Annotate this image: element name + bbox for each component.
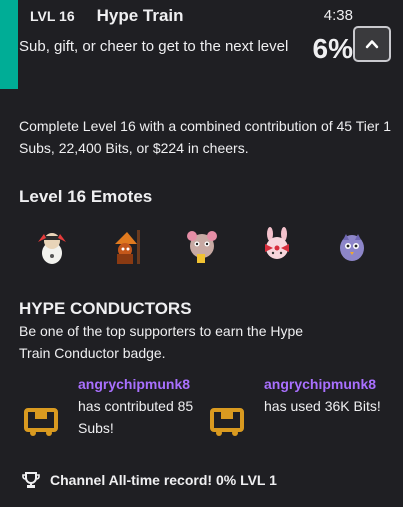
emotes-title: Level 16 Emotes — [19, 187, 153, 206]
hype-train-conductor-badge-icon — [24, 408, 58, 436]
conductor-contribution: has used 36K Bits! — [264, 398, 381, 414]
level-description: Complete Level 16 with a combined contri… — [19, 118, 391, 156]
conductor-username[interactable]: angrychipmunk8 — [78, 373, 198, 395]
conductors-description: Be one of the top supporters to earn the… — [19, 323, 304, 361]
emote-5[interactable] — [332, 226, 372, 266]
hype-train-title: Hype Train — [96, 6, 184, 25]
collapse-button[interactable] — [353, 26, 391, 62]
conductor-info: angrychipmunk8 has used 36K Bits! — [264, 373, 384, 417]
conductor-info: angrychipmunk8 has contributed 85 Subs! — [78, 373, 198, 439]
emote-4[interactable] — [257, 226, 297, 266]
all-time-record: Channel All-time record! 0% LVL 1 — [22, 471, 277, 489]
conductors-title: HYPE CONDUCTORS — [19, 299, 192, 318]
trophy-icon — [22, 472, 40, 488]
level-subtitle: Sub, gift, or cheer to get to the next l… — [19, 38, 289, 55]
record-text: Channel All-time record! 0% LVL 1 — [50, 472, 277, 488]
chevron-up-icon — [365, 40, 379, 49]
progress-percent: 6% — [312, 33, 353, 64]
conductor-username[interactable]: angrychipmunk8 — [264, 373, 384, 395]
emote-2[interactable] — [107, 226, 147, 266]
conductor-contribution: has contributed 85 Subs! — [78, 398, 194, 436]
emote-3[interactable] — [182, 226, 222, 266]
level-header: LVL 16 Hype Train — [30, 6, 184, 26]
level-label: LVL 16 — [30, 8, 75, 24]
countdown-timer: 4:38 — [323, 7, 353, 24]
hype-train-conductor-badge-icon — [210, 408, 244, 436]
emote-list — [32, 226, 372, 268]
hype-train-progress-accent — [0, 0, 18, 89]
emote-1[interactable] — [32, 226, 72, 266]
